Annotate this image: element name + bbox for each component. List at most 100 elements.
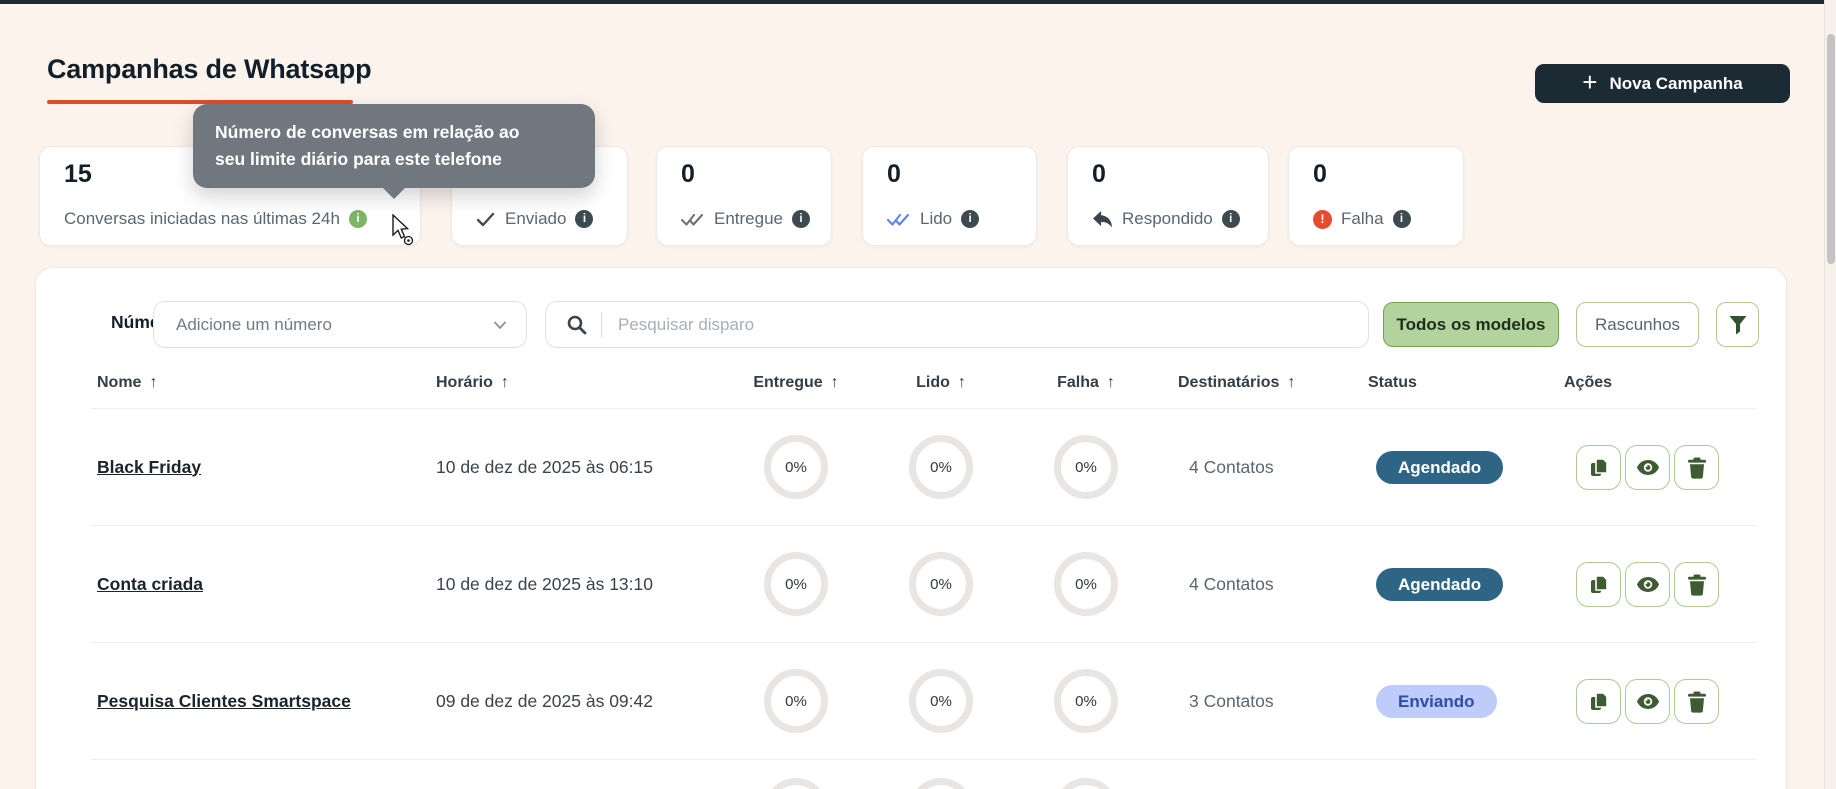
campaign-name-link[interactable]: Pesquisa Clientes Smartspace <box>97 643 351 759</box>
stat-card-failed: 0 ! Falha i <box>1288 146 1464 246</box>
campaign-time: 10 de dez de 2025 às 06:15 <box>436 456 653 477</box>
stat-label: Respondido <box>1122 209 1213 228</box>
view-button[interactable] <box>1625 679 1670 724</box>
reply-arrow-icon <box>1092 210 1113 228</box>
table-row-partial <box>91 752 1756 789</box>
column-header-read[interactable]: Lido ↑ <box>916 374 966 392</box>
table-header-row: Nome ↑ Horário ↑ Entregue ↑ Lido ↑ Falha… <box>91 366 1756 409</box>
status-badge: Enviando <box>1376 685 1497 718</box>
sort-asc-icon: ↑ <box>1287 374 1296 391</box>
duplicate-button[interactable] <box>1576 679 1621 724</box>
eye-icon <box>1636 693 1660 710</box>
row-actions <box>1576 679 1719 724</box>
eye-icon <box>1636 459 1660 476</box>
search-icon <box>566 314 588 336</box>
new-campaign-label: Nova Campanha <box>1609 73 1743 93</box>
column-header-actions: Ações <box>1564 374 1613 391</box>
failed-progress-circle: 0% <box>1054 552 1118 616</box>
column-header-name[interactable]: Nome ↑ <box>97 374 157 392</box>
copy-icon <box>1588 574 1610 596</box>
recipients-count: 4 Contatos <box>1189 456 1274 477</box>
column-header-time[interactable]: Horário ↑ <box>436 374 509 392</box>
trash-icon <box>1687 691 1707 713</box>
double-check-blue-icon <box>887 212 911 227</box>
read-progress-circle: 0% <box>909 669 973 733</box>
stat-label: Entregue <box>714 209 783 228</box>
duplicate-button[interactable] <box>1576 445 1621 490</box>
delete-button[interactable] <box>1674 562 1719 607</box>
delivered-progress-circle <box>764 778 828 789</box>
filter-button[interactable] <box>1716 302 1759 347</box>
recipients-count: 4 Contatos <box>1189 573 1274 594</box>
sort-asc-icon: ↑ <box>500 374 509 391</box>
view-button[interactable] <box>1625 562 1670 607</box>
failed-progress-circle: 0% <box>1054 435 1118 499</box>
read-progress-circle <box>909 778 973 789</box>
trash-icon <box>1687 574 1707 596</box>
chevron-down-icon <box>492 319 508 331</box>
recipients-count: 3 Contatos <box>1189 690 1274 711</box>
drafts-filter-button[interactable]: Rascunhos <box>1576 302 1699 347</box>
stat-label: Lido <box>920 209 953 228</box>
sort-asc-icon: ↑ <box>830 374 839 391</box>
plus-icon: + <box>1582 67 1598 97</box>
campaign-time: 09 de dez de 2025 às 09:42 <box>436 690 653 711</box>
view-button[interactable] <box>1625 445 1670 490</box>
delete-button[interactable] <box>1674 445 1719 490</box>
stat-value: 0 <box>887 160 901 188</box>
stat-card-read: 0 Lido i <box>862 146 1037 246</box>
info-icon[interactable]: i <box>348 210 367 228</box>
delivered-progress-circle: 0% <box>764 669 828 733</box>
vertical-scrollbar-thumb[interactable] <box>1827 34 1835 264</box>
check-icon <box>476 212 496 227</box>
column-header-status: Status <box>1368 374 1417 391</box>
duplicate-button[interactable] <box>1576 562 1621 607</box>
info-icon[interactable]: i <box>1392 210 1411 228</box>
read-progress-circle: 0% <box>909 552 973 616</box>
campaign-name-link[interactable]: Conta criada <box>97 526 203 642</box>
stat-label: Enviado <box>505 209 567 228</box>
delete-button[interactable] <box>1674 679 1719 724</box>
tooltip-line-1: Número de conversas em relação ao <box>215 122 520 142</box>
table-row: Black Friday 10 de dez de 2025 às 06:15 … <box>91 409 1756 526</box>
new-campaign-button[interactable]: + Nova Campanha <box>1535 64 1790 103</box>
column-header-delivered[interactable]: Entregue ↑ <box>753 374 838 392</box>
all-models-filter-button[interactable]: Todos os modelos <box>1383 302 1559 347</box>
failed-progress-circle <box>1054 778 1118 789</box>
campaign-name-link[interactable]: Black Friday <box>97 409 201 525</box>
campaign-time: 10 de dez de 2025 às 13:10 <box>436 573 653 594</box>
sort-asc-icon: ↑ <box>149 374 158 391</box>
number-select-placeholder: Adicione um número <box>176 314 332 334</box>
sort-asc-icon: ↑ <box>957 374 966 391</box>
number-select[interactable]: Adicione um número <box>153 301 527 348</box>
status-badge: Agendado <box>1376 568 1504 601</box>
tooltip-line-2: seu limite diário para este telefone <box>215 149 502 170</box>
campaigns-panel: Número: Adicione um número Todos os mode… <box>35 267 1787 789</box>
stat-value: 15 <box>64 160 92 188</box>
column-header-failed[interactable]: Falha ↑ <box>1057 374 1115 392</box>
copy-icon <box>1588 691 1610 713</box>
copy-icon <box>1588 457 1610 479</box>
search-box <box>545 301 1369 348</box>
stat-label: Falha <box>1341 209 1384 228</box>
vertical-scrollbar-track[interactable] <box>1824 0 1836 789</box>
info-icon[interactable]: i <box>961 210 980 228</box>
table-row: Conta criada 10 de dez de 2025 às 13:10 … <box>91 526 1756 643</box>
info-icon[interactable]: i <box>1221 210 1240 228</box>
failed-progress-circle: 0% <box>1054 669 1118 733</box>
search-input[interactable] <box>616 313 1352 336</box>
top-window-edge <box>0 0 1836 4</box>
info-icon[interactable]: i <box>792 210 810 228</box>
delivered-progress-circle: 0% <box>764 435 828 499</box>
sort-asc-icon: ↑ <box>1106 374 1115 391</box>
eye-icon <box>1636 576 1660 593</box>
info-icon[interactable]: i <box>575 210 594 228</box>
stat-card-delivered: 0 Entregue i <box>656 146 832 246</box>
column-header-recipients[interactable]: Destinatários ↑ <box>1178 374 1295 392</box>
trash-icon <box>1687 457 1707 479</box>
row-actions <box>1576 562 1719 607</box>
stat-value: 0 <box>1313 160 1327 188</box>
stat-value: 0 <box>681 160 695 188</box>
search-divider <box>601 311 602 338</box>
delivered-progress-circle: 0% <box>764 552 828 616</box>
